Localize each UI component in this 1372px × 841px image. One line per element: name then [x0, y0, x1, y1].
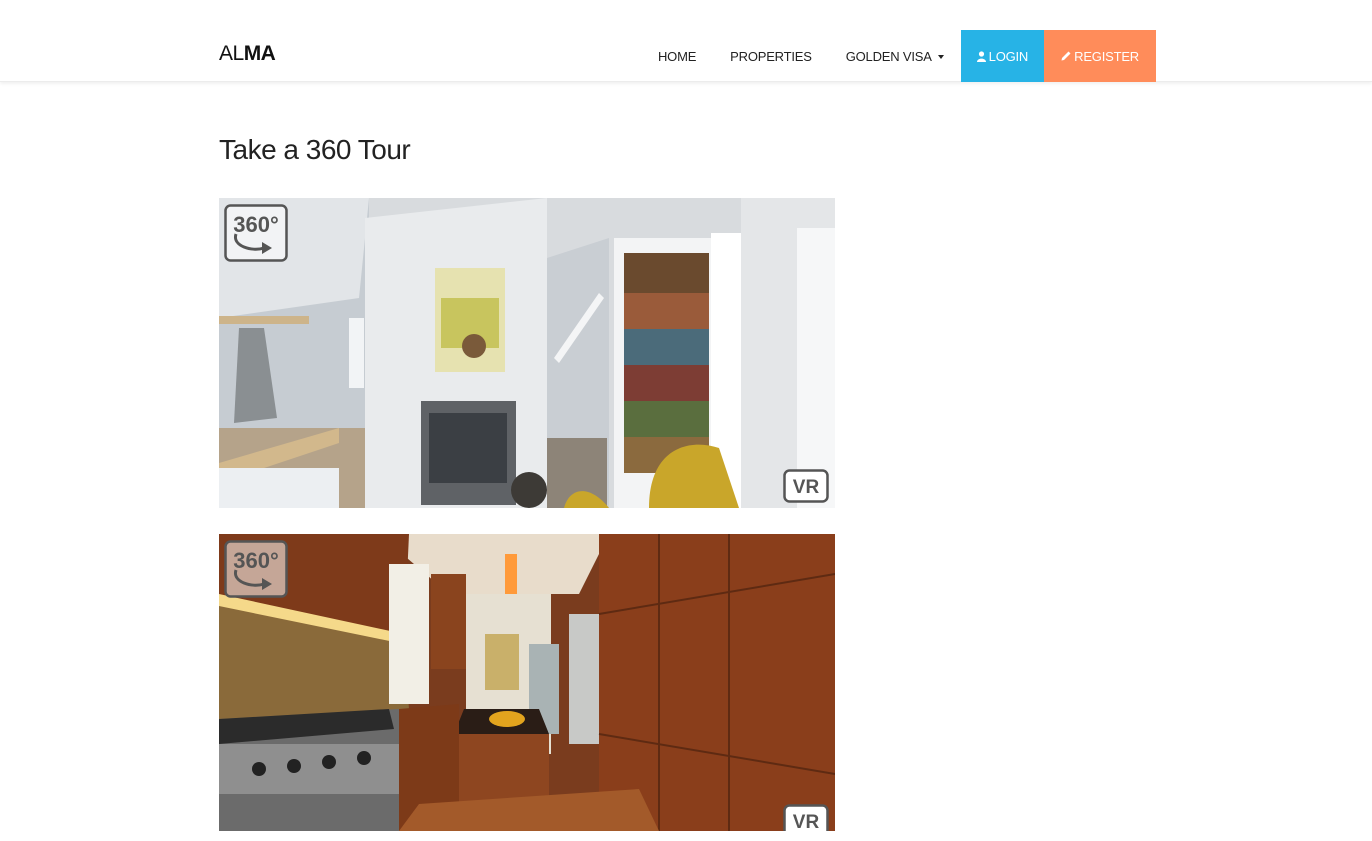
living-room-scene — [219, 198, 835, 508]
register-label: REGISTER — [1074, 48, 1139, 64]
pencil-icon — [1061, 51, 1071, 61]
login-button[interactable]: LOGIN — [960, 30, 1045, 82]
svg-text:VR: VR — [793, 477, 820, 498]
svg-text:360°: 360° — [233, 212, 279, 237]
main-nav: HOME PROPERTIES GOLDEN VISA LOGIN REGIST… — [641, 30, 1156, 82]
brand-light: AL — [219, 42, 244, 65]
login-label: LOGIN — [988, 48, 1029, 64]
top-navbar: ALMA HOME PROPERTIES GOLDEN VISA LOGIN R… — [0, 0, 1372, 82]
caret-down-icon — [937, 54, 944, 59]
vr-badge-icon: VR — [783, 804, 829, 831]
tour-image-living-room[interactable]: 360° VR — [219, 198, 835, 508]
register-button[interactable]: REGISTER — [1044, 30, 1156, 82]
vr-badge-icon: VR — [783, 469, 829, 503]
brand-bold: MA — [243, 42, 276, 65]
kitchen-scene — [219, 534, 835, 831]
nav-home[interactable]: HOME — [641, 30, 713, 82]
svg-text:VR: VR — [793, 812, 820, 831]
nav-golden-visa-label: GOLDEN VISA — [845, 48, 932, 64]
tour-image-kitchen[interactable]: 360° VR — [219, 534, 835, 831]
brand-logo[interactable]: ALMA — [219, 42, 276, 66]
nav-properties[interactable]: PROPERTIES — [713, 30, 829, 82]
svg-text:360°: 360° — [233, 548, 279, 573]
360-badge-icon: 360° — [224, 204, 288, 262]
nav-golden-visa[interactable]: GOLDEN VISA — [829, 30, 961, 82]
360-badge-icon: 360° — [224, 540, 288, 598]
user-icon — [976, 50, 986, 62]
page-title: Take a 360 Tour — [219, 134, 411, 165]
